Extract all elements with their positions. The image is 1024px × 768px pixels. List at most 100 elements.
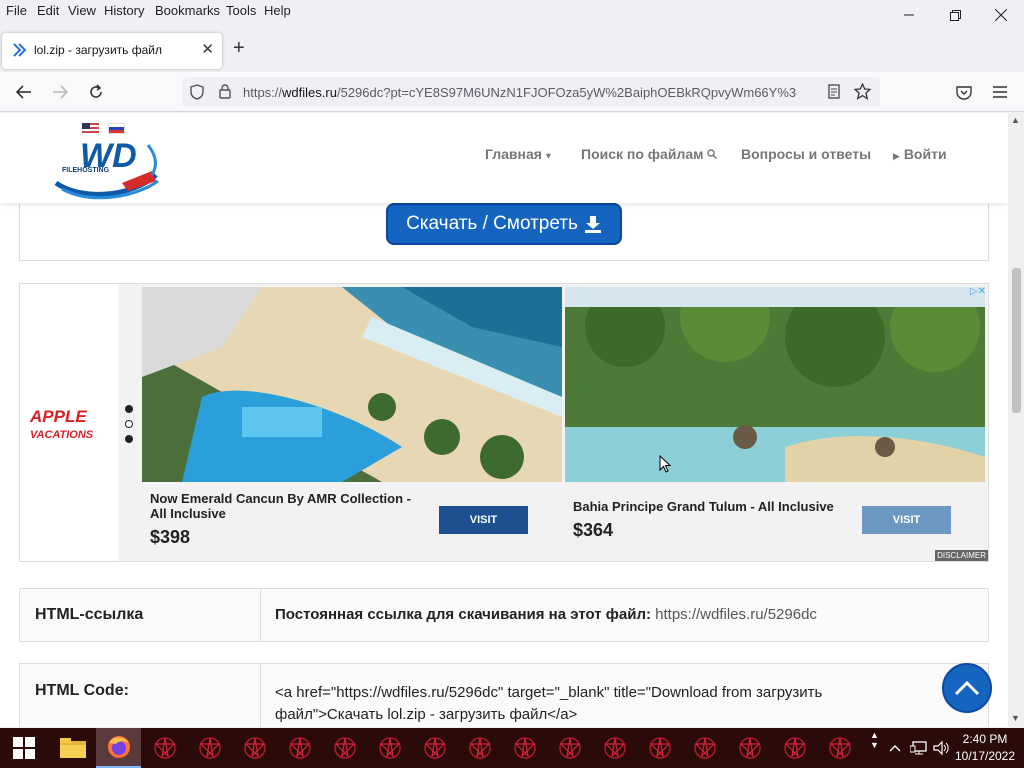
close-window-button[interactable] <box>978 0 1024 30</box>
hamburger-menu-icon <box>993 86 1007 98</box>
resort-photo-2[interactable] <box>565 287 985 482</box>
taskbar-app-icon[interactable] <box>513 736 537 760</box>
nav-faq-link[interactable]: Вопросы и ответы <box>741 146 871 162</box>
chevron-down-icon[interactable]: ▼ <box>870 740 879 750</box>
menu-bookmarks[interactable]: Bookmarks <box>155 3 220 18</box>
taskbar-app-icon[interactable] <box>468 736 492 760</box>
scroll-to-top-button[interactable] <box>942 663 992 713</box>
taskbar-app-icon[interactable] <box>693 736 717 760</box>
scrollbar-thumb[interactable] <box>1012 268 1021 413</box>
tab-active[interactable]: lol.zip - загрузить файл ✕ <box>2 33 222 69</box>
menu-tools[interactable]: Tools <box>226 3 256 18</box>
lock-icon[interactable] <box>219 84 231 99</box>
reload-button[interactable] <box>84 80 108 104</box>
restore-icon <box>949 9 961 21</box>
ad-card-2-visit-button[interactable]: VISIT <box>862 506 951 534</box>
taskbar-app-icon[interactable] <box>828 736 852 760</box>
carousel-dot-2[interactable] <box>125 420 133 428</box>
caret-right-icon: ▶ <box>893 151 900 161</box>
ad-disclaimer[interactable]: DISCLAIMER <box>935 550 988 561</box>
caret-down-icon: ▾ <box>545 151 551 162</box>
flag-ru-icon[interactable] <box>108 123 125 134</box>
pocket-icon <box>956 85 972 100</box>
taskbar-app-icon[interactable] <box>783 736 807 760</box>
taskbar-file-explorer[interactable] <box>50 728 95 768</box>
clock-time: 2:40 PM <box>962 732 1008 746</box>
ad-card-1-price: $398 <box>150 527 191 547</box>
nav-search-link[interactable]: Поиск по файлам <box>581 146 718 162</box>
tab-close-icon[interactable]: ✕ <box>201 40 214 58</box>
table-divider <box>260 589 261 641</box>
taskbar-app-icon[interactable] <box>333 736 357 760</box>
taskbar-app-icon[interactable] <box>648 736 672 760</box>
tab-strip: lol.zip - загрузить файл ✕ + <box>0 30 1024 70</box>
minimize-button[interactable] <box>886 0 932 30</box>
resort-photo-1[interactable] <box>142 287 562 482</box>
permalink-text[interactable]: Постоянная ссылка для скачивания на этот… <box>275 606 817 623</box>
taskbar-app-icon[interactable] <box>738 736 762 760</box>
ad-brand-column: APPLE VACATIONS <box>20 284 118 561</box>
html-code-row: HTML Code: <a href="https://wdfiles.ru/5… <box>19 663 989 727</box>
carousel-dot-3[interactable] <box>125 435 133 443</box>
bookmark-star-icon[interactable] <box>854 83 871 100</box>
network-tray-icon[interactable] <box>910 728 928 768</box>
mouse-cursor-icon <box>659 455 671 473</box>
carousel-dot-1[interactable] <box>125 405 133 413</box>
chevron-up-icon <box>954 680 980 696</box>
scroll-down-arrow-icon[interactable]: ▼ <box>1011 713 1020 723</box>
forward-button[interactable] <box>48 80 72 104</box>
chevron-up-icon[interactable]: ▲ <box>870 730 879 740</box>
ad-card-2-title[interactable]: Bahia Principe Grand Tulum - All Inclusi… <box>573 499 848 514</box>
taskbar-app-icon[interactable] <box>378 736 402 760</box>
reload-icon <box>90 84 102 98</box>
download-button[interactable]: Скачать / Смотреть <box>386 203 622 245</box>
apple-vacations-logo[interactable]: APPLE VACATIONS <box>30 408 93 443</box>
taskbar-app-icon[interactable] <box>153 736 177 760</box>
ad-card-2[interactable]: Bahia Principe Grand Tulum - All Inclusi… <box>565 287 985 561</box>
page-scrollbar[interactable]: ▲ ▼ <box>1008 113 1024 727</box>
nav-login-link[interactable]: ▶ Войти <box>893 146 947 162</box>
ad-card-1-visit-button[interactable]: VISIT <box>439 506 528 534</box>
volume-tray-icon[interactable] <box>933 728 949 768</box>
taskbar-app-icon[interactable] <box>198 736 222 760</box>
adchoices-icon[interactable]: ▷✕ <box>970 286 986 297</box>
taskbar-app-icon[interactable] <box>243 736 267 760</box>
address-bar[interactable]: https://wdfiles.ru/5296dc?pt=cYE8S97M6UN… <box>182 77 880 107</box>
ad-card-1-title[interactable]: Now Emerald Cancun By AMR Collection - A… <box>150 491 425 521</box>
taskbar-app-icon[interactable] <box>558 736 582 760</box>
advertisement[interactable]: APPLE VACATIONS Now Emerald Cancun By AM… <box>19 283 989 562</box>
menu-edit[interactable]: Edit <box>37 3 59 18</box>
nav-home-link[interactable]: Главная ▾ <box>485 146 551 162</box>
taskbar-app-icon[interactable] <box>288 736 312 760</box>
show-hidden-icons-button[interactable] <box>889 728 901 768</box>
flag-us-icon[interactable] <box>82 123 99 134</box>
taskbar-clock[interactable]: 2:40 PM 10/17/2022 <box>950 731 1020 765</box>
new-tab-button[interactable]: + <box>233 37 245 60</box>
shield-icon[interactable] <box>190 84 204 100</box>
ad-card-1[interactable]: Now Emerald Cancun By AMR Collection - A… <box>142 287 562 561</box>
app-menu-button[interactable] <box>988 80 1012 104</box>
html-code-value[interactable]: <a href="https://wdfiles.ru/5296dc" targ… <box>275 682 895 726</box>
site-logo[interactable]: WD FILEHOSTING <box>52 135 164 201</box>
menu-view[interactable]: View <box>68 3 96 18</box>
menu-help[interactable]: Help <box>264 3 291 18</box>
pocket-button[interactable] <box>952 80 976 104</box>
search-icon <box>707 149 718 160</box>
taskbar-app-icon[interactable] <box>603 736 627 760</box>
menu-history[interactable]: History <box>104 3 144 18</box>
scroll-up-arrow-icon[interactable]: ▲ <box>1011 115 1020 125</box>
restore-button[interactable] <box>932 0 978 30</box>
url-text[interactable]: https://wdfiles.ru/5296dc?pt=cYE8S97M6UN… <box>243 85 817 100</box>
taskbar-scroll-arrows[interactable]: ▲ ▼ <box>870 730 879 768</box>
reader-view-icon[interactable] <box>828 84 840 99</box>
network-icon <box>910 741 927 755</box>
menu-file[interactable]: File <box>6 3 27 18</box>
page-viewport: WD FILEHOSTING Главная ▾ Поиск по файлам… <box>0 113 1008 727</box>
taskbar-app-icon[interactable] <box>423 736 447 760</box>
taskbar-firefox[interactable] <box>96 728 141 768</box>
caret-up-icon <box>889 745 901 752</box>
start-button[interactable] <box>0 728 48 768</box>
download-icon <box>584 216 601 233</box>
clock-date: 10/17/2022 <box>954 749 1016 763</box>
back-button[interactable] <box>12 80 36 104</box>
